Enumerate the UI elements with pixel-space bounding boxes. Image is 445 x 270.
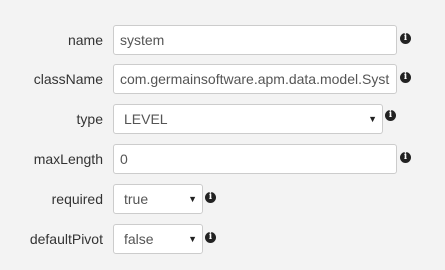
- defaultpivot-label: defaultPivot: [29, 231, 103, 247]
- name-label: name: [67, 32, 103, 48]
- info-icon[interactable]: i: [385, 110, 396, 121]
- info-icon[interactable]: i: [205, 232, 216, 243]
- field-row-maxlength: maxLength 0 i: [0, 144, 445, 174]
- field-properties-form: name system i className com.germainsoftw…: [0, 0, 445, 270]
- required-select-value: true: [124, 191, 149, 207]
- chevron-down-icon: ▼: [368, 114, 377, 124]
- chevron-down-icon: ▼: [188, 234, 197, 244]
- name-input[interactable]: system: [113, 25, 397, 55]
- info-icon[interactable]: i: [205, 192, 216, 203]
- type-label: type: [76, 111, 103, 127]
- field-row-defaultpivot: defaultPivot false ▼ i: [0, 224, 445, 254]
- type-select-value: LEVEL: [124, 111, 168, 127]
- field-row-type: type LEVEL ▼ i: [0, 104, 445, 134]
- maxlength-label: maxLength: [33, 151, 103, 167]
- classname-input[interactable]: com.germainsoftware.apm.data.model.Syst: [113, 64, 397, 94]
- required-select[interactable]: true ▼: [113, 184, 203, 214]
- required-label: required: [51, 191, 103, 207]
- maxlength-input[interactable]: 0: [113, 144, 397, 174]
- info-icon[interactable]: i: [400, 72, 411, 83]
- info-icon[interactable]: i: [400, 152, 411, 163]
- defaultpivot-select-value: false: [124, 231, 154, 247]
- info-icon[interactable]: i: [400, 33, 411, 44]
- type-select[interactable]: LEVEL ▼: [113, 104, 383, 134]
- field-row-classname: className com.germainsoftware.apm.data.m…: [0, 64, 445, 94]
- field-row-name: name system i: [0, 25, 445, 55]
- chevron-down-icon: ▼: [188, 194, 197, 204]
- defaultpivot-select[interactable]: false ▼: [113, 224, 203, 254]
- classname-label: className: [33, 71, 103, 87]
- field-row-required: required true ▼ i: [0, 184, 445, 214]
